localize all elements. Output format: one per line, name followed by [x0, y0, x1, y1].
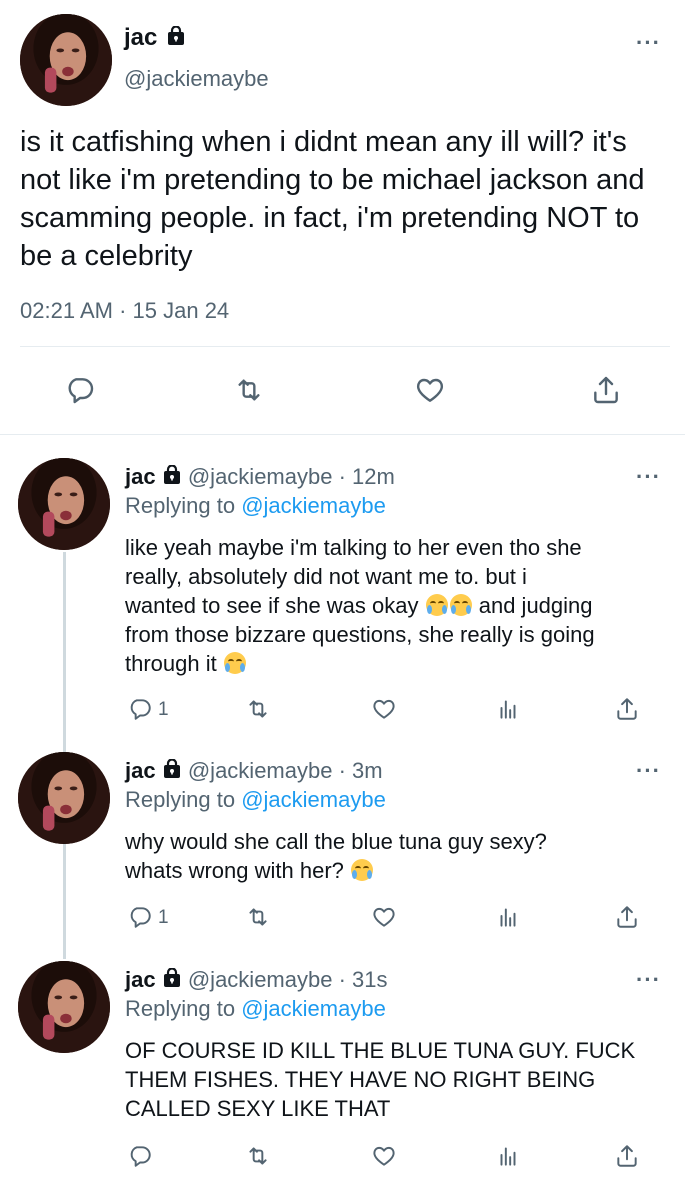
loudly-crying-face-emoji: [449, 594, 472, 616]
reply-text: OF COURSE ID KILL THE BLUE TUNA GUY. FUC…: [125, 1036, 670, 1123]
reply-header: jac @jackiemaybe · 3m: [125, 758, 383, 784]
avatar-image: [18, 961, 110, 1053]
replying-to-link[interactable]: @jackiemaybe: [241, 996, 386, 1021]
reply-header: jac @jackiemaybe · 12m: [125, 464, 395, 490]
replying-to: Replying to @jackiemaybe: [125, 996, 386, 1022]
display-name[interactable]: jac: [125, 758, 156, 783]
timestamp-separator: ·: [119, 298, 127, 323]
views-icon[interactable]: [495, 696, 521, 722]
retweet-icon[interactable]: [244, 696, 272, 722]
reply-text: like yeah maybe i'm talking to her even …: [125, 533, 670, 678]
text-line-with-emoji: wanted to see if she was okay and judgin…: [125, 593, 593, 618]
tweet-time: 02:21 AM: [20, 298, 113, 323]
tweet-text: is it catfishing when i didnt mean any i…: [20, 126, 645, 272]
divider: [20, 346, 670, 347]
reply-icon[interactable]: [127, 696, 153, 722]
avatar-image: [20, 14, 112, 106]
reply-icon[interactable]: [127, 904, 153, 930]
replying-to-label: Replying to: [125, 996, 236, 1021]
display-name[interactable]: jac: [124, 24, 157, 51]
tweet-date: 15 Jan 24: [132, 298, 230, 323]
reply-header: jac @jackiemaybe · 31s: [125, 967, 388, 993]
loudly-crying-face-emoji: [425, 594, 448, 616]
more-horizontal-icon[interactable]: ···: [636, 758, 661, 784]
share-icon[interactable]: [614, 904, 640, 930]
text-line: CALLED SEXY LIKE THAT: [125, 1096, 391, 1121]
reply-icon[interactable]: [127, 1143, 153, 1169]
views-icon[interactable]: [495, 1143, 521, 1169]
text-line: why would she call the blue tuna guy sex…: [125, 829, 547, 854]
heart-icon[interactable]: [371, 904, 397, 930]
dot-separator: ·: [338, 758, 346, 783]
replying-to-link[interactable]: @jackiemaybe: [241, 787, 386, 812]
retweet-icon[interactable]: [232, 374, 266, 406]
avatar-image: [18, 458, 110, 550]
avatar[interactable]: [18, 458, 110, 550]
avatar[interactable]: [18, 961, 110, 1053]
lock-icon: [162, 968, 182, 988]
text-line: THEM FISHES. THEY HAVE NO RIGHT BEING: [125, 1067, 596, 1092]
text-line: really, absolutely did not want me to. b…: [125, 564, 527, 589]
replying-to-link[interactable]: @jackiemaybe: [241, 493, 386, 518]
retweet-icon[interactable]: [244, 904, 272, 930]
more-horizontal-icon[interactable]: ···: [636, 464, 661, 490]
reply-time[interactable]: 31s: [352, 967, 387, 992]
text-line-with-emoji: whats wrong with her?: [125, 856, 670, 885]
replying-to: Replying to @jackiemaybe: [125, 787, 386, 813]
lock-icon: [166, 26, 186, 46]
reply-icon[interactable]: [64, 374, 96, 406]
heart-icon[interactable]: [371, 1143, 397, 1169]
display-name[interactable]: jac: [125, 464, 156, 489]
dot-separator: ·: [338, 464, 346, 489]
reply-count: 1: [158, 699, 169, 720]
dot-separator: ·: [338, 967, 346, 992]
handle[interactable]: @jackiemaybe: [188, 758, 333, 783]
handle[interactable]: @jackiemaybe: [188, 967, 333, 992]
avatar[interactable]: [18, 752, 110, 844]
display-name[interactable]: jac: [125, 967, 156, 992]
more-horizontal-icon[interactable]: ···: [636, 30, 661, 56]
loudly-crying-face-emoji: [223, 652, 246, 674]
heart-icon[interactable]: [414, 374, 446, 406]
reply-count: 1: [158, 907, 169, 928]
main-tweet-header: jac: [124, 24, 186, 52]
text-line: like yeah maybe i'm talking to her even …: [125, 535, 582, 560]
retweet-icon[interactable]: [244, 1143, 272, 1169]
reply-text: why would she call the blue tuna guy sex…: [125, 827, 670, 885]
reply-time[interactable]: 3m: [352, 758, 383, 783]
text-line: OF COURSE ID KILL THE BLUE TUNA GUY. FUC…: [125, 1038, 636, 1063]
avatar[interactable]: [20, 14, 112, 106]
share-icon[interactable]: [614, 1143, 640, 1169]
heart-icon[interactable]: [371, 696, 397, 722]
more-horizontal-icon[interactable]: ···: [636, 967, 661, 993]
lock-icon: [162, 465, 182, 485]
share-icon[interactable]: [590, 374, 622, 406]
text-line-with-emoji: through it: [125, 649, 670, 678]
loudly-crying-face-emoji: [351, 859, 374, 881]
avatar-image: [18, 752, 110, 844]
divider: [0, 434, 685, 435]
handle[interactable]: @jackiemaybe: [124, 66, 269, 92]
tweet-timestamp: 02:21 AM · 15 Jan 24: [20, 298, 229, 324]
replying-to: Replying to @jackiemaybe: [125, 493, 386, 519]
share-icon[interactable]: [614, 696, 640, 722]
lock-icon: [162, 759, 182, 779]
reply-time[interactable]: 12m: [352, 464, 395, 489]
text-line: from those bizzare questions, she really…: [125, 622, 595, 647]
handle[interactable]: @jackiemaybe: [188, 464, 333, 489]
replying-to-label: Replying to: [125, 493, 236, 518]
views-icon[interactable]: [495, 904, 521, 930]
replying-to-label: Replying to: [125, 787, 236, 812]
